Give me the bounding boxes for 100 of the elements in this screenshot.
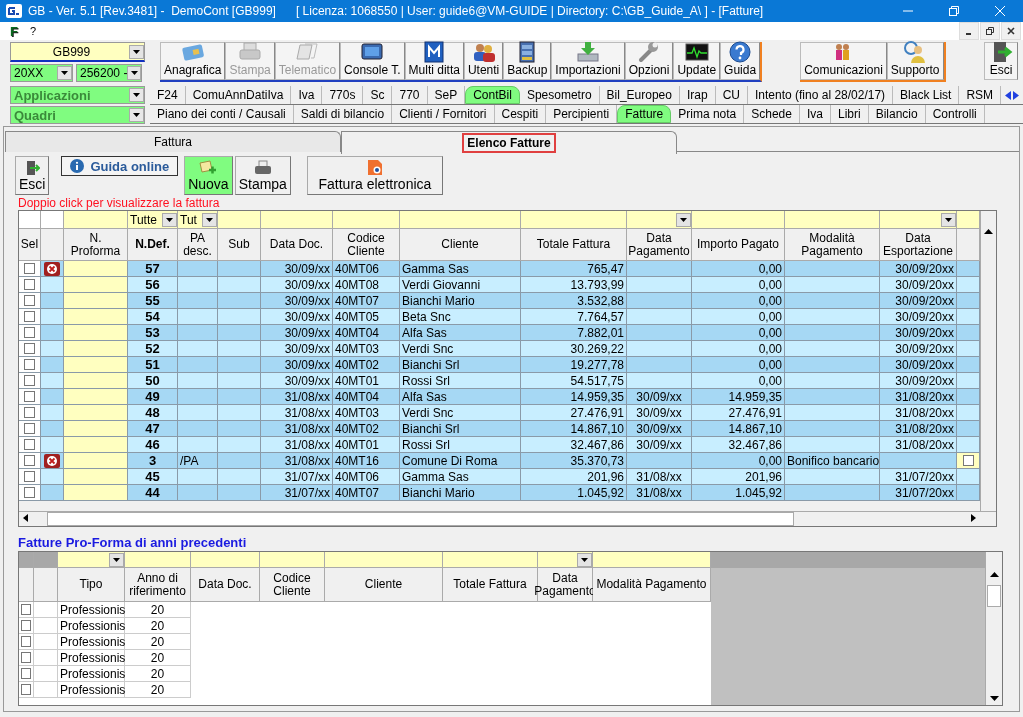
column-header[interactable]: Cliente xyxy=(400,229,521,261)
filter-cell[interactable] xyxy=(19,211,41,229)
section-tab[interactable]: Bilancio xyxy=(868,105,926,123)
section-tab[interactable]: Clienti / Fornitori xyxy=(392,105,495,123)
toolbar-button[interactable]: Backup xyxy=(503,42,552,80)
export-checkbox[interactable] xyxy=(962,455,974,466)
filter-cell[interactable] xyxy=(957,211,980,229)
toolbar-button[interactable]: Opzioni xyxy=(624,42,674,80)
column-header[interactable]: Data Doc. xyxy=(191,568,260,602)
row-checkbox[interactable] xyxy=(24,263,35,274)
app-tab[interactable]: CU xyxy=(715,86,748,104)
company-dropdown[interactable]: GB999 xyxy=(10,42,145,62)
filter-cell[interactable] xyxy=(64,211,128,229)
vertical-scrollbar[interactable] xyxy=(980,211,996,511)
row-checkbox[interactable] xyxy=(24,295,35,306)
action-button[interactable]: Stampa xyxy=(234,156,291,195)
page-tab[interactable]: Fattura xyxy=(5,131,341,152)
row-checkbox[interactable] xyxy=(24,407,35,418)
filter-cell[interactable] xyxy=(41,211,64,229)
app-tab[interactable]: 770 xyxy=(392,86,428,104)
exit-button[interactable]: Esci xyxy=(984,42,1018,80)
column-header[interactable]: Sub xyxy=(218,229,261,261)
row-checkbox[interactable] xyxy=(24,455,35,466)
column-header[interactable]: Codice Cliente xyxy=(260,568,325,602)
section-tab[interactable]: Controlli xyxy=(925,105,985,123)
app-tab[interactable]: Iva xyxy=(291,86,323,104)
filter-cell[interactable] xyxy=(627,211,692,229)
section-tab[interactable]: Cespiti xyxy=(494,105,547,123)
app-tab[interactable]: Sc xyxy=(363,86,393,104)
page-tab[interactable]: Elenco Fatture xyxy=(341,131,677,154)
filter-cell[interactable] xyxy=(19,552,34,568)
column-header[interactable]: Modalità Pagamento xyxy=(785,229,880,261)
toolbar-button[interactable]: Update xyxy=(673,42,721,80)
filter-cell[interactable] xyxy=(538,552,593,568)
section-tab[interactable]: Piano dei conti / Causali xyxy=(150,105,294,123)
filter-cell[interactable] xyxy=(880,211,957,229)
app-tab[interactable]: Intento (fino al 28/02/17) xyxy=(748,86,894,104)
filter-cell[interactable] xyxy=(593,552,711,568)
column-header[interactable]: Totale Fattura xyxy=(521,229,627,261)
minimize-icon[interactable] xyxy=(959,22,979,40)
scroll-right-icon[interactable] xyxy=(1013,90,1020,100)
restore-icon[interactable] xyxy=(980,22,1000,40)
filter-cell[interactable] xyxy=(261,211,333,229)
toolbar-button[interactable]: Anagrafica xyxy=(160,42,226,80)
row-checkbox[interactable] xyxy=(24,359,35,370)
toolbar-button[interactable]: Console T. xyxy=(340,42,405,80)
scroll-left-icon[interactable] xyxy=(1005,90,1012,100)
section-tab[interactable]: Fatture xyxy=(617,105,672,123)
row-checkbox[interactable] xyxy=(24,423,35,434)
app-tab[interactable]: 770s xyxy=(322,86,364,104)
section-tab[interactable]: Saldi di bilancio xyxy=(293,105,393,123)
toolbar-button[interactable]: Guida xyxy=(720,42,761,80)
row-checkbox[interactable] xyxy=(24,487,35,498)
action-button[interactable]: Fattura elettronica xyxy=(306,156,443,195)
section-tab[interactable]: Schede xyxy=(744,105,800,123)
filter-cell[interactable] xyxy=(692,211,785,229)
filter-cell[interactable] xyxy=(785,211,880,229)
app-tab[interactable]: Bil_Europeo xyxy=(599,86,680,104)
filter-cell[interactable] xyxy=(125,552,191,568)
row-checkbox[interactable] xyxy=(24,439,35,450)
toolbar-button[interactable]: Supporto xyxy=(886,42,944,80)
filter-cell[interactable] xyxy=(521,211,627,229)
scroll-down-icon[interactable] xyxy=(989,696,999,701)
action-button[interactable]: Esci xyxy=(15,156,50,195)
column-header[interactable]: Cliente xyxy=(325,568,443,602)
app-tab[interactable]: ContBil xyxy=(465,86,520,104)
year-dropdown[interactable]: 20XX xyxy=(10,64,73,82)
close-icon[interactable] xyxy=(1001,22,1021,40)
column-header[interactable]: N. Proforma xyxy=(64,229,128,261)
column-header[interactable]: Importo Pagato xyxy=(692,229,785,261)
code-dropdown[interactable]: 256200 - xyxy=(76,64,142,82)
row-checkbox[interactable] xyxy=(24,375,35,386)
row-checkbox[interactable] xyxy=(24,471,35,482)
column-header[interactable]: Sel xyxy=(19,229,41,261)
row-checkbox[interactable] xyxy=(24,279,35,290)
app-tab[interactable]: ComuAnnDatiIva xyxy=(185,86,292,104)
toolbar-button[interactable]: Importazioni xyxy=(551,42,625,80)
row-checkbox[interactable] xyxy=(24,327,35,338)
row-checkbox[interactable] xyxy=(24,311,35,322)
app-tab[interactable]: Irap xyxy=(679,86,716,104)
filter-cell[interactable] xyxy=(58,552,125,568)
filter-cell[interactable] xyxy=(34,552,58,568)
column-header[interactable]: Modalità Pagamento xyxy=(593,568,711,602)
section-tab[interactable]: Iva xyxy=(799,105,831,123)
filter-cell[interactable] xyxy=(400,211,521,229)
filter-cell[interactable] xyxy=(260,552,325,568)
column-header[interactable]: Tipo xyxy=(58,568,125,602)
app-tab[interactable]: RSM xyxy=(959,86,1002,104)
scroll-up-icon[interactable] xyxy=(989,572,999,577)
row-checkbox[interactable] xyxy=(24,391,35,402)
column-header[interactable]: Data Doc. xyxy=(261,229,333,261)
row-checkbox[interactable] xyxy=(24,343,35,354)
filter-cell[interactable]: Tut xyxy=(178,211,218,229)
scrollbar-thumb[interactable] xyxy=(987,585,1002,607)
filter-cell[interactable] xyxy=(218,211,261,229)
app-tab[interactable]: F24 xyxy=(150,86,186,104)
column-header[interactable]: PA desc. xyxy=(178,229,218,261)
section-tab[interactable]: Prima nota xyxy=(671,105,745,123)
column-header[interactable]: Data Pagamento xyxy=(627,229,692,261)
filter-cell[interactable]: Tutte xyxy=(128,211,178,229)
